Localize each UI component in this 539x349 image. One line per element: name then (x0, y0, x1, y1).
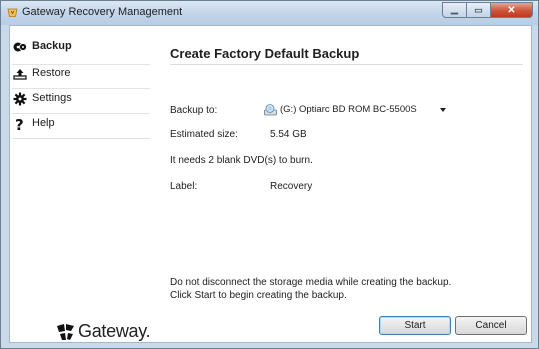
sidebar-item-restore[interactable]: Restore (10, 62, 152, 86)
sidebar-divider (12, 138, 150, 139)
warning-text: Do not disconnect the storage media whil… (170, 277, 452, 288)
chevron-down-icon[interactable] (440, 108, 446, 112)
help-icon: ? (15, 117, 24, 131)
heading-divider (170, 64, 523, 65)
blank-dvd-note: It needs 2 blank DVD(s) to burn. (170, 155, 313, 166)
estimated-size-value: 5.54 GB (270, 129, 307, 140)
sidebar-item-backup[interactable]: Backup (10, 38, 152, 62)
start-button[interactable]: Start (379, 316, 451, 335)
restore-icon (13, 69, 27, 80)
app-icon (7, 8, 18, 17)
client-area: Backup Restore Settings ? Help Gateway. … (9, 25, 532, 343)
backup-destination-dropdown[interactable]: (G:) Optiarc BD ROM BC-5500S (263, 102, 449, 119)
minimize-icon: ▁ (451, 4, 458, 14)
sidebar-item-label: Help (32, 117, 55, 129)
instruction-text: Click Start to begin creating the backup… (170, 290, 347, 301)
title-bar[interactable]: Gateway Recovery Management ▁ ▭ ✕ (1, 1, 538, 25)
gateway-spots-icon (57, 324, 74, 340)
svg-text:?: ? (15, 117, 24, 131)
sidebar-item-help[interactable]: ? Help (10, 112, 152, 136)
gateway-logo: Gateway. (56, 321, 166, 341)
sidebar-item-settings[interactable]: Settings (10, 87, 152, 111)
close-button[interactable]: ✕ (491, 2, 533, 18)
app-window: Gateway Recovery Management ▁ ▭ ✕ Backup… (0, 0, 539, 349)
cancel-button[interactable]: Cancel (455, 316, 527, 335)
backup-disc-icon (13, 42, 27, 52)
page-title: Create Factory Default Backup (170, 46, 360, 61)
label-field-value: Recovery (270, 181, 313, 192)
window-controls: ▁ ▭ ✕ (442, 2, 533, 19)
minimize-button[interactable]: ▁ (442, 2, 467, 18)
brand-name: Gateway. (78, 321, 151, 341)
backup-to-label: Backup to: (170, 105, 218, 116)
maximize-button[interactable]: ▭ (467, 2, 491, 18)
maximize-icon: ▭ (474, 5, 483, 15)
sidebar: Backup Restore Settings ? Help Gateway. (10, 26, 152, 342)
estimated-size-label: Estimated size: (170, 129, 238, 140)
close-icon: ✕ (507, 5, 516, 16)
settings-icon (13, 92, 27, 106)
sidebar-item-label: Backup (32, 40, 72, 52)
main-panel: Create Factory Default Backup Backup to:… (153, 26, 531, 342)
label-field-label: Label: (170, 181, 198, 192)
sidebar-item-label: Settings (32, 92, 72, 104)
sidebar-item-label: Restore (32, 67, 71, 79)
window-title: Gateway Recovery Management (22, 6, 183, 18)
dropdown-selected-value: (G:) Optiarc BD ROM BC-5500S (280, 104, 417, 115)
optical-drive-icon (264, 104, 277, 116)
